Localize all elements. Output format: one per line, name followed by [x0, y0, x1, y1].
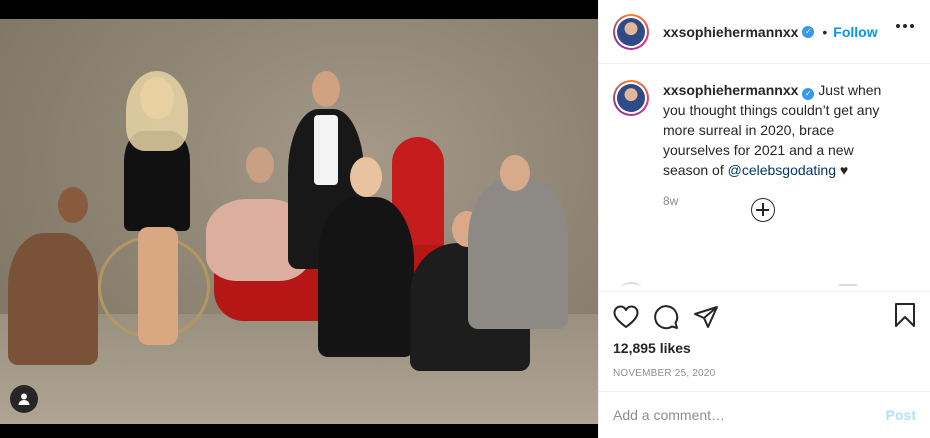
verified-icon: ✓ — [802, 88, 815, 100]
caption-avatar[interactable] — [613, 80, 649, 116]
person-7-head — [500, 155, 530, 191]
avatar-image — [617, 17, 645, 46]
person-1 — [8, 233, 98, 365]
heart-icon[interactable] — [613, 305, 639, 329]
caption-age[interactable]: 8w — [663, 194, 916, 208]
post-comment-button[interactable]: Post — [886, 407, 916, 423]
person-7 — [468, 179, 568, 329]
person-1-head — [58, 187, 88, 223]
avatar-image — [617, 84, 645, 112]
post-actions: 12,895 likes NOVEMBER 25, 2020 — [599, 291, 930, 391]
verified-icon: ✓ — [802, 25, 815, 38]
post-photo[interactable] — [0, 0, 598, 438]
person-2-legs — [138, 227, 178, 345]
avatar[interactable] — [613, 13, 649, 50]
share-icon[interactable] — [693, 305, 719, 329]
load-more-comments-icon[interactable] — [751, 198, 775, 222]
partial-comment-avatar — [621, 282, 641, 291]
comments-area[interactable]: xxsophiehermannxx ✓ Just when you thought… — [599, 64, 930, 291]
comment-icon[interactable] — [653, 304, 679, 330]
caption-username[interactable]: xxsophiehermannxx — [663, 82, 798, 98]
post-side-panel: xxsophiehermannxx ✓ • Follow xxsophieher… — [598, 0, 930, 438]
caption: xxsophiehermannxx ✓ Just when you thought… — [613, 80, 916, 180]
comment-input[interactable] — [613, 407, 886, 423]
header-username[interactable]: xxsophiehermannxx — [663, 24, 798, 40]
header-separator: • — [822, 23, 828, 40]
bookmark-icon[interactable] — [894, 302, 916, 333]
more-options-icon[interactable] — [896, 24, 914, 28]
post-date[interactable]: NOVEMBER 25, 2020 — [613, 368, 916, 379]
caption-text: xxsophiehermannxx ✓ Just when you thought… — [663, 80, 899, 180]
post-header: xxsophiehermannxx ✓ • Follow — [599, 0, 930, 64]
post-image[interactable] — [0, 19, 598, 424]
partial-comment-line — [839, 284, 857, 290]
person-4-shirt — [314, 115, 338, 185]
caption-heart: ♥ — [839, 162, 849, 178]
action-icons — [613, 292, 916, 334]
person-2-hair — [126, 71, 188, 151]
person-5-head — [350, 157, 382, 197]
caption-mention-link[interactable]: @celebsgodating — [728, 162, 836, 178]
add-comment-bar: Post — [599, 391, 930, 438]
follow-button[interactable]: Follow — [833, 24, 877, 40]
person-4-head — [312, 71, 340, 107]
likes-count[interactable]: 12,895 likes — [613, 340, 916, 356]
person-3-head — [246, 147, 274, 183]
user-tag-icon[interactable] — [10, 385, 38, 413]
person-5 — [318, 197, 414, 357]
